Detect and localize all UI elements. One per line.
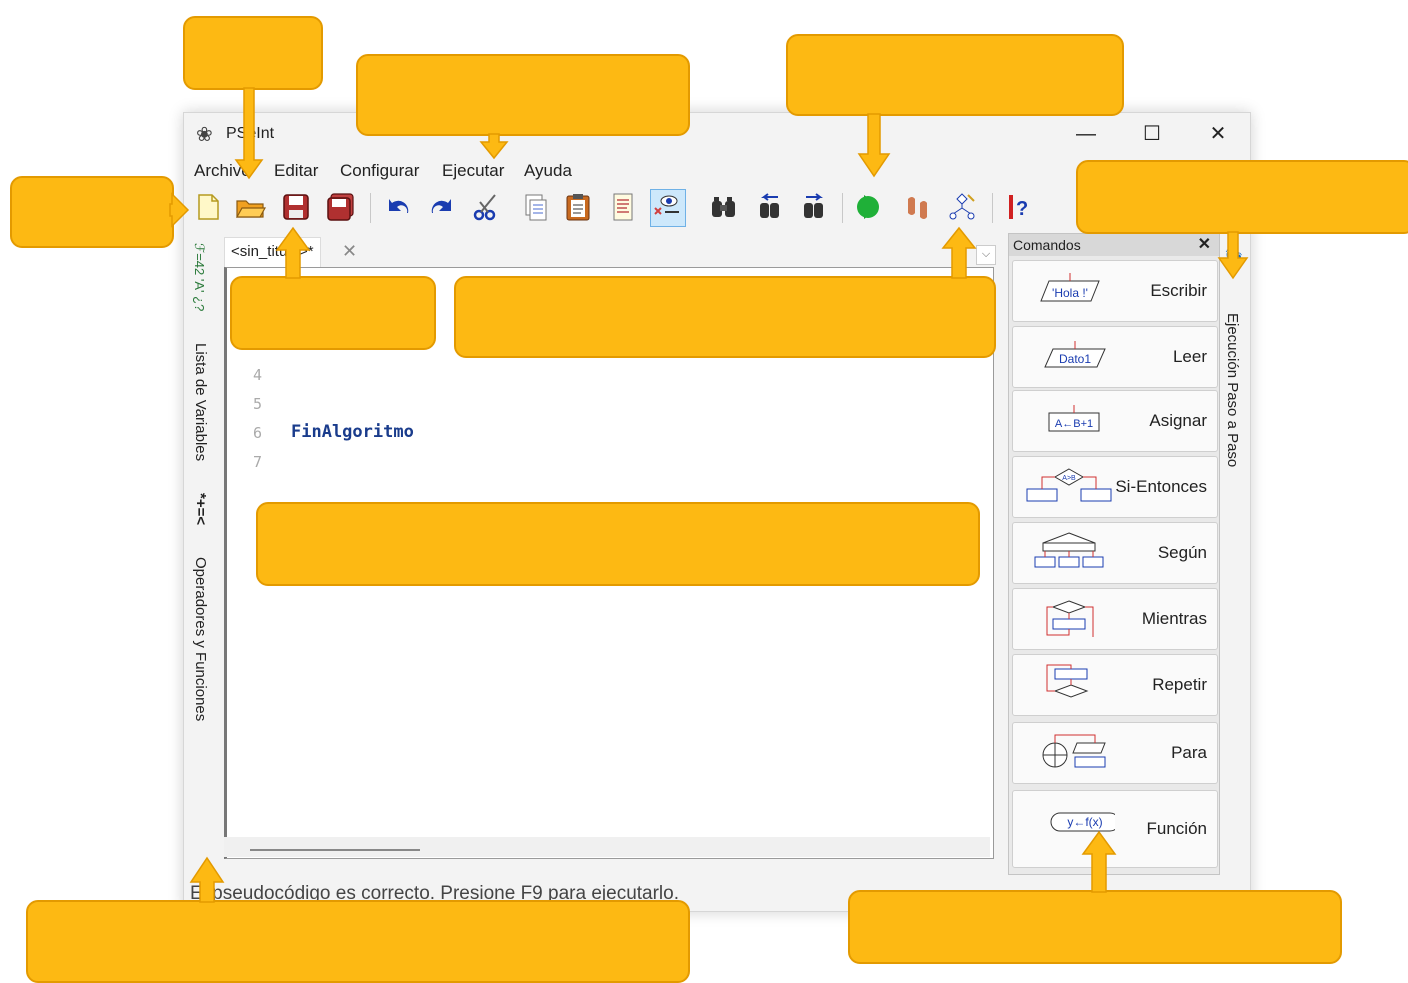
callout-box: [786, 34, 1124, 116]
run-icon[interactable]: [856, 191, 888, 223]
line-number: 4: [253, 366, 263, 384]
command-label: Si-Entonces: [1115, 477, 1207, 496]
save-as-icon[interactable]: [326, 191, 358, 223]
search-next-icon[interactable]: [798, 191, 830, 223]
commands-title: Comandos: [1013, 237, 1081, 253]
close-button[interactable]: ✕: [1196, 119, 1240, 149]
function-icon-text: y←f(x): [1067, 815, 1102, 829]
title-bar: ❀ PSeInt — ☐ ✕: [184, 113, 1250, 153]
editor-tab-bar: <sin_titulo>* ✕ ⌵: [224, 237, 1000, 268]
draw-flowchart-icon[interactable]: [946, 191, 978, 223]
command-label: Escribir: [1150, 281, 1207, 300]
callout-box: [454, 276, 996, 358]
callout-box: [356, 54, 690, 136]
command-label: Según: [1157, 543, 1207, 562]
command-segun[interactable]: Según: [1012, 522, 1218, 584]
command-label: Repetir: [1152, 675, 1207, 694]
command-label: Leer: [1172, 347, 1207, 366]
copy-icon[interactable]: [518, 191, 550, 223]
redo-icon[interactable]: [426, 191, 458, 223]
scrollbar-thumb[interactable]: [250, 849, 420, 851]
callout-box: [256, 502, 980, 586]
command-escribir[interactable]: 'Hola !' Escribir: [1012, 260, 1218, 322]
tab-close-icon[interactable]: ✕: [342, 241, 357, 262]
callout-box: [848, 890, 1342, 964]
horizontal-scrollbar[interactable]: [224, 837, 990, 857]
command-asignar[interactable]: A←B+1 Asignar: [1012, 390, 1218, 452]
editor-tab[interactable]: <sin_titulo>*: [224, 237, 321, 268]
svg-text:?: ?: [1016, 198, 1028, 220]
minimize-button[interactable]: —: [1064, 119, 1108, 149]
if-then-icon: A>B: [1023, 465, 1115, 509]
operators-functions-tab[interactable]: Operadores y Funciones: [192, 557, 209, 721]
menu-archivo[interactable]: Archivo: [194, 161, 251, 181]
toolbar-separator: [842, 193, 843, 223]
open-folder-icon[interactable]: [234, 191, 267, 223]
menu-ejecutar[interactable]: Ejecutar: [442, 161, 504, 181]
toolbar-separator: [370, 193, 371, 223]
tab-label: <sin_titulo>*: [231, 243, 314, 260]
edit-flowchart-icon[interactable]: [608, 191, 640, 223]
app-logo-icon: ❀: [196, 124, 213, 146]
code-line: FinAlgoritmo: [291, 422, 414, 442]
repeat-icon: [1023, 663, 1115, 707]
callout-box: [230, 276, 436, 350]
menu-editar[interactable]: Editar: [274, 161, 318, 181]
toolbar-separator: [992, 193, 993, 223]
search-prev-icon[interactable]: [754, 191, 786, 223]
tab-dropdown-icon[interactable]: ⌵: [976, 245, 996, 265]
while-icon: [1023, 597, 1115, 641]
function-icon: y←f(x): [1023, 807, 1120, 851]
step-icon[interactable]: 👣: [1224, 247, 1242, 265]
callout-box: [10, 176, 174, 248]
read-icon: Dato1: [1023, 335, 1115, 379]
commands-panel: Comandos ✕ 'Hola !' Escribir Dato1 Leer …: [1008, 233, 1220, 875]
line-number: 7: [253, 453, 263, 471]
command-leer[interactable]: Dato1 Leer: [1012, 326, 1218, 388]
undo-icon[interactable]: [382, 191, 414, 223]
read-icon-text: Dato1: [1059, 352, 1091, 366]
callout-box: [183, 16, 323, 90]
command-si-entonces[interactable]: A>B Si-Entonces: [1012, 456, 1218, 518]
right-sidebar: 👣 Ejecución Paso a Paso: [1220, 239, 1248, 859]
save-icon[interactable]: [280, 191, 312, 223]
menu-ayuda[interactable]: Ayuda: [524, 161, 572, 181]
view-icon[interactable]: [650, 189, 686, 227]
command-label: Función: [1146, 819, 1207, 838]
switch-icon: [1023, 531, 1115, 575]
commands-header: Comandos ✕: [1009, 234, 1219, 256]
help-icon[interactable]: ?: [1004, 191, 1036, 223]
callout-box: [1076, 160, 1408, 234]
new-file-icon[interactable]: [192, 191, 224, 223]
operators-icon[interactable]: *+=<: [192, 493, 209, 525]
maximize-button[interactable]: ☐: [1130, 119, 1174, 149]
step-by-step-tab[interactable]: Ejecución Paso a Paso: [1224, 313, 1241, 467]
callout-box: [26, 900, 690, 983]
command-mientras[interactable]: Mientras: [1012, 588, 1218, 650]
command-funcion[interactable]: y←f(x) Función: [1012, 790, 1218, 868]
if-then-icon-text: A>B: [1062, 475, 1076, 482]
left-sidebar: ℱ=42 'A' ¿? Lista de Variables *+=< Oper…: [184, 239, 222, 869]
command-label: Para: [1171, 743, 1207, 762]
step-by-step-icon[interactable]: [902, 191, 934, 223]
menu-configurar[interactable]: Configurar: [340, 161, 419, 181]
command-repetir[interactable]: Repetir: [1012, 654, 1218, 716]
commands-close-icon[interactable]: ✕: [1198, 234, 1211, 256]
write-icon: 'Hola !': [1023, 269, 1115, 313]
write-icon-text: 'Hola !': [1052, 286, 1088, 300]
search-icon[interactable]: [708, 191, 740, 223]
variables-list-tab[interactable]: Lista de Variables: [192, 343, 209, 461]
window-title: PSeInt: [226, 125, 275, 142]
assign-icon-text: A←B+1: [1055, 418, 1093, 430]
assign-icon: A←B+1: [1023, 399, 1115, 443]
paste-icon[interactable]: [562, 191, 594, 223]
line-number: 6: [253, 424, 263, 442]
for-icon: [1023, 731, 1115, 775]
variables-icon[interactable]: ℱ=42 'A' ¿?: [192, 243, 207, 311]
command-label: Mientras: [1141, 609, 1207, 628]
command-para[interactable]: Para: [1012, 722, 1218, 784]
command-label: Asignar: [1149, 411, 1207, 430]
line-number: 5: [253, 395, 263, 413]
cut-icon[interactable]: [470, 191, 502, 223]
